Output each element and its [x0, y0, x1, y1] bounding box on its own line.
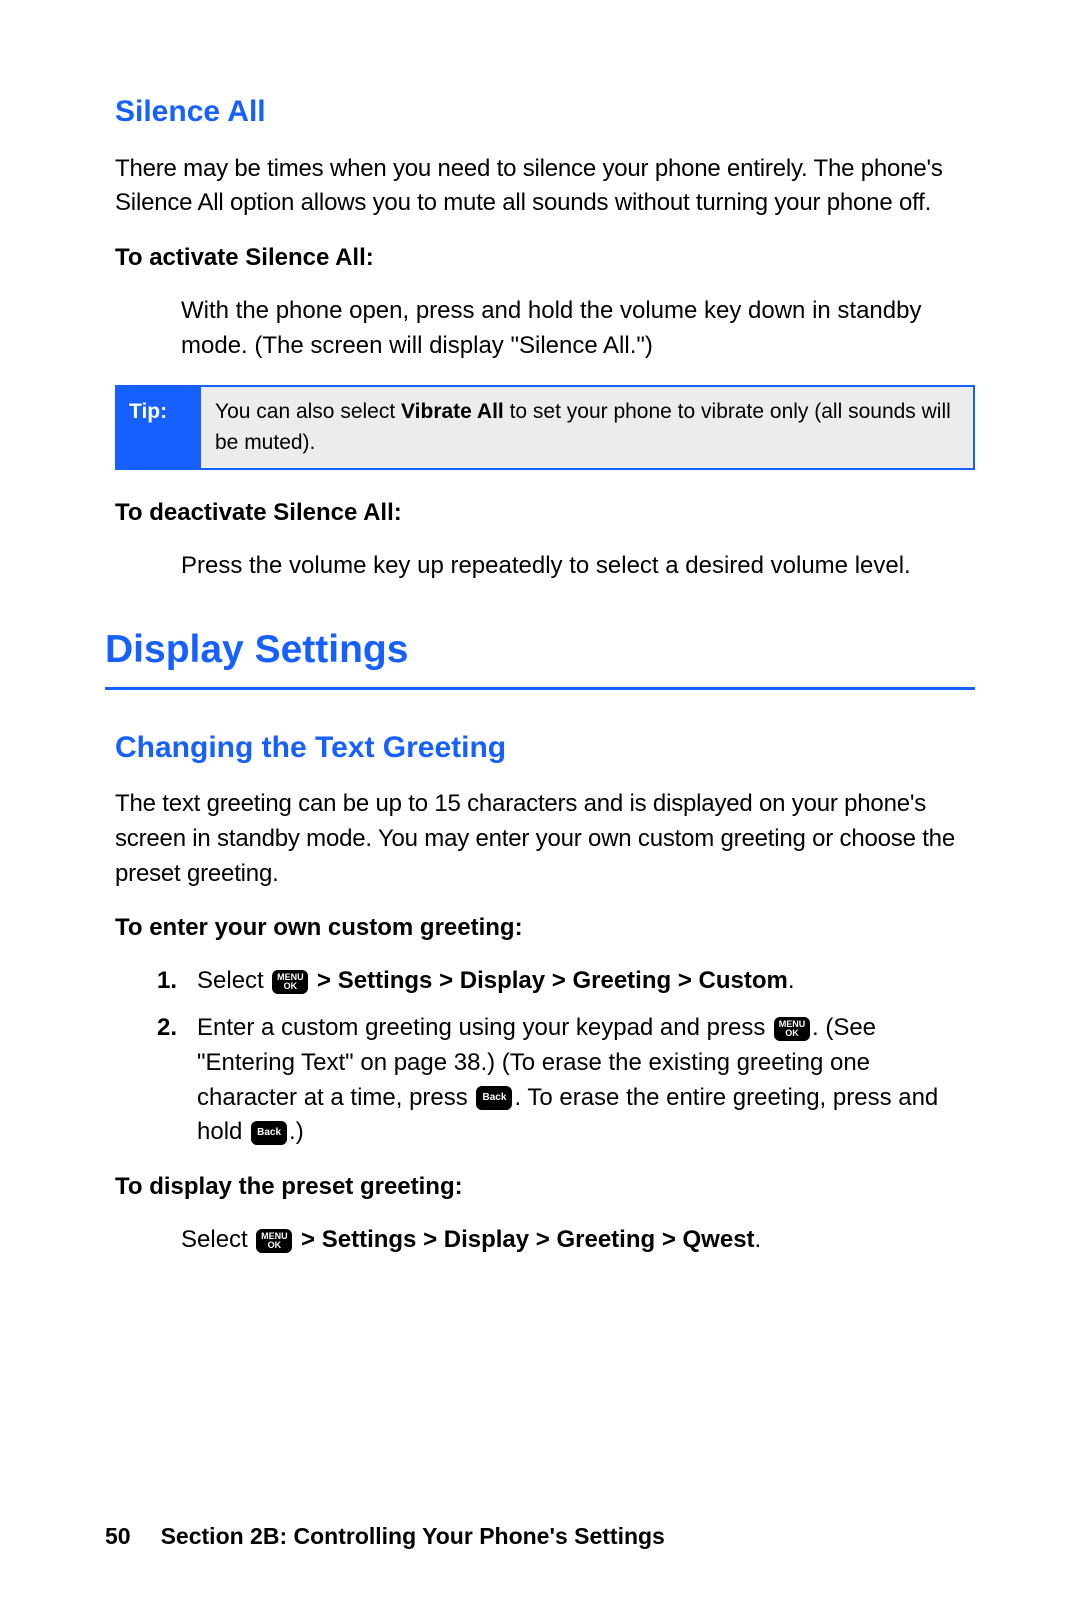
silence-intro: There may be times when you need to sile… — [115, 152, 975, 222]
page-footer: 50 Section 2B: Controlling Your Phone's S… — [105, 1523, 665, 1550]
step2-a: Enter a custom greeting using your keypa… — [197, 1014, 772, 1041]
heading-text-greeting: Changing the Text Greeting — [115, 726, 975, 770]
step1-post: . — [788, 967, 795, 994]
custom-greeting-steps: Select MENUOK > Settings > Display > Gre… — [157, 964, 975, 1150]
tip-bold: Vibrate All — [401, 400, 504, 423]
heading-display-settings: Display Settings — [105, 622, 975, 690]
step2-d: .) — [289, 1118, 304, 1145]
back-icon: Back — [476, 1086, 512, 1110]
menu-ok-icon: MENUOK — [272, 970, 308, 994]
activate-heading: To activate Silence All: — [115, 241, 975, 276]
greeting-intro: The text greeting can be up to 15 charac… — [115, 787, 975, 891]
preset-greeting-body: Select MENUOK > Settings > Display > Gre… — [181, 1223, 975, 1258]
preset-pre: Select — [181, 1226, 254, 1253]
menu-ok-icon: MENUOK — [774, 1017, 810, 1041]
menu-ok-icon: MENUOK — [256, 1229, 292, 1253]
preset-path: > Settings > Display > Greeting > Qwest — [294, 1226, 754, 1253]
tip-pre: You can also select — [215, 400, 401, 423]
section-label: Section 2B: Controlling Your Phone's Set… — [161, 1523, 665, 1549]
step-1: Select MENUOK > Settings > Display > Gre… — [157, 964, 975, 999]
step-2: Enter a custom greeting using your keypa… — [157, 1011, 975, 1150]
deactivate-body: Press the volume key up repeatedly to se… — [181, 549, 975, 584]
deactivate-heading: To deactivate Silence All: — [115, 496, 975, 531]
step1-path: > Settings > Display > Greeting > Custom — [310, 967, 787, 994]
tip-box: Tip: You can also select Vibrate All to … — [115, 385, 975, 470]
preset-post: . — [755, 1226, 762, 1253]
activate-body: With the phone open, press and hold the … — [181, 294, 975, 364]
tip-body: You can also select Vibrate All to set y… — [201, 387, 973, 468]
step1-pre: Select — [197, 967, 270, 994]
custom-greeting-heading: To enter your own custom greeting: — [115, 911, 975, 946]
tip-label: Tip: — [117, 387, 201, 468]
back-icon: Back — [251, 1121, 287, 1145]
preset-greeting-heading: To display the preset greeting: — [115, 1170, 975, 1205]
heading-silence-all: Silence All — [115, 90, 975, 134]
page-number: 50 — [105, 1523, 131, 1549]
